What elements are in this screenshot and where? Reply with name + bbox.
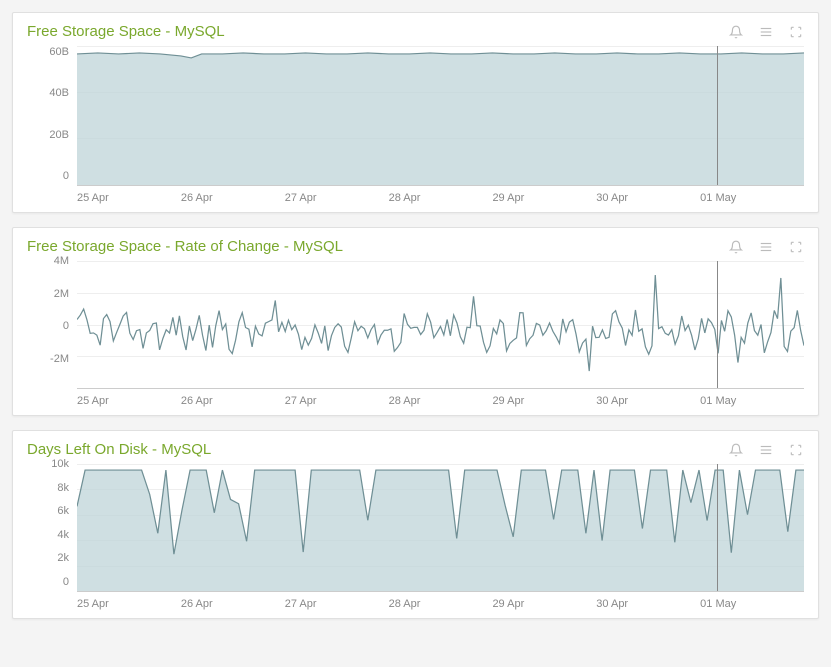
x-tick: 27 Apr xyxy=(285,192,389,204)
menu-icon[interactable] xyxy=(758,239,774,255)
y-axis: 60B 40B 20B 0 xyxy=(27,46,75,182)
y-tick: -2M xyxy=(27,353,69,365)
panel-header: Free Storage Space - MySQL xyxy=(27,23,804,40)
cursor-line xyxy=(717,464,718,591)
panel-header: Free Storage Space - Rate of Change - My… xyxy=(27,238,804,255)
chart-area[interactable]: 10k 8k 6k 4k 2k 0 25 Apr 26 Apr 27 xyxy=(27,464,804,610)
expand-icon[interactable] xyxy=(788,239,804,255)
x-tick: 29 Apr xyxy=(492,598,596,610)
chart-area[interactable]: 60B 40B 20B 0 25 Apr 26 Apr 27 Apr 28 Ap… xyxy=(27,46,804,204)
y-tick: 0 xyxy=(27,320,69,332)
plot xyxy=(77,46,804,186)
menu-icon[interactable] xyxy=(758,24,774,40)
panel-actions xyxy=(728,442,804,458)
cursor-line xyxy=(717,46,718,185)
panel-actions xyxy=(728,239,804,255)
x-axis: 25 Apr 26 Apr 27 Apr 28 Apr 29 Apr 30 Ap… xyxy=(77,389,804,407)
x-axis: 25 Apr 26 Apr 27 Apr 28 Apr 29 Apr 30 Ap… xyxy=(77,592,804,610)
cursor-line xyxy=(717,261,718,388)
x-tick: 29 Apr xyxy=(492,192,596,204)
bell-icon[interactable] xyxy=(728,239,744,255)
menu-icon[interactable] xyxy=(758,442,774,458)
x-tick: 27 Apr xyxy=(285,395,389,407)
x-tick: 01 May xyxy=(700,192,804,204)
chart-panel-free-storage: Free Storage Space - MySQL 60B 40B 20B 0 xyxy=(12,12,819,213)
plot xyxy=(77,464,804,592)
y-axis: 4M 2M 0 -2M xyxy=(27,255,75,385)
y-tick: 0 xyxy=(27,170,69,182)
x-tick: 25 Apr xyxy=(77,192,181,204)
x-axis: 25 Apr 26 Apr 27 Apr 28 Apr 29 Apr 30 Ap… xyxy=(77,186,804,204)
x-tick: 25 Apr xyxy=(77,395,181,407)
bell-icon[interactable] xyxy=(728,24,744,40)
y-tick: 4k xyxy=(27,529,69,541)
x-tick: 30 Apr xyxy=(596,192,700,204)
x-tick: 28 Apr xyxy=(389,598,493,610)
y-tick: 10k xyxy=(27,458,69,470)
x-tick: 25 Apr xyxy=(77,598,181,610)
y-tick: 2M xyxy=(27,288,69,300)
panel-title: Free Storage Space - Rate of Change - My… xyxy=(27,238,343,255)
y-tick: 4M xyxy=(27,255,69,267)
chart-svg xyxy=(77,464,804,591)
expand-icon[interactable] xyxy=(788,442,804,458)
x-tick: 26 Apr xyxy=(181,192,285,204)
y-tick: 8k xyxy=(27,482,69,494)
chart-area[interactable]: 4M 2M 0 -2M 25 Apr 26 Apr 27 Apr 28 Apr … xyxy=(27,261,804,407)
chart-panel-days-left: Days Left On Disk - MySQL 10k 8k 6k 4k 2… xyxy=(12,430,819,619)
panel-title: Days Left On Disk - MySQL xyxy=(27,441,211,458)
y-tick: 60B xyxy=(27,46,69,58)
x-tick: 28 Apr xyxy=(389,395,493,407)
panel-title: Free Storage Space - MySQL xyxy=(27,23,225,40)
bell-icon[interactable] xyxy=(728,442,744,458)
panel-header: Days Left On Disk - MySQL xyxy=(27,441,804,458)
x-tick: 29 Apr xyxy=(492,395,596,407)
y-axis: 10k 8k 6k 4k 2k 0 xyxy=(27,458,75,588)
x-tick: 01 May xyxy=(700,598,804,610)
x-tick: 28 Apr xyxy=(389,192,493,204)
plot xyxy=(77,261,804,389)
chart-svg xyxy=(77,261,804,388)
x-tick: 30 Apr xyxy=(596,598,700,610)
y-tick: 40B xyxy=(27,87,69,99)
x-tick: 27 Apr xyxy=(285,598,389,610)
y-tick: 2k xyxy=(27,552,69,564)
x-tick: 30 Apr xyxy=(596,395,700,407)
chart-panel-rate-of-change: Free Storage Space - Rate of Change - My… xyxy=(12,227,819,416)
chart-svg xyxy=(77,46,804,185)
panel-actions xyxy=(728,24,804,40)
x-tick: 26 Apr xyxy=(181,395,285,407)
x-tick: 26 Apr xyxy=(181,598,285,610)
y-tick: 20B xyxy=(27,129,69,141)
x-tick: 01 May xyxy=(700,395,804,407)
y-tick: 0 xyxy=(27,576,69,588)
y-tick: 6k xyxy=(27,505,69,517)
expand-icon[interactable] xyxy=(788,24,804,40)
